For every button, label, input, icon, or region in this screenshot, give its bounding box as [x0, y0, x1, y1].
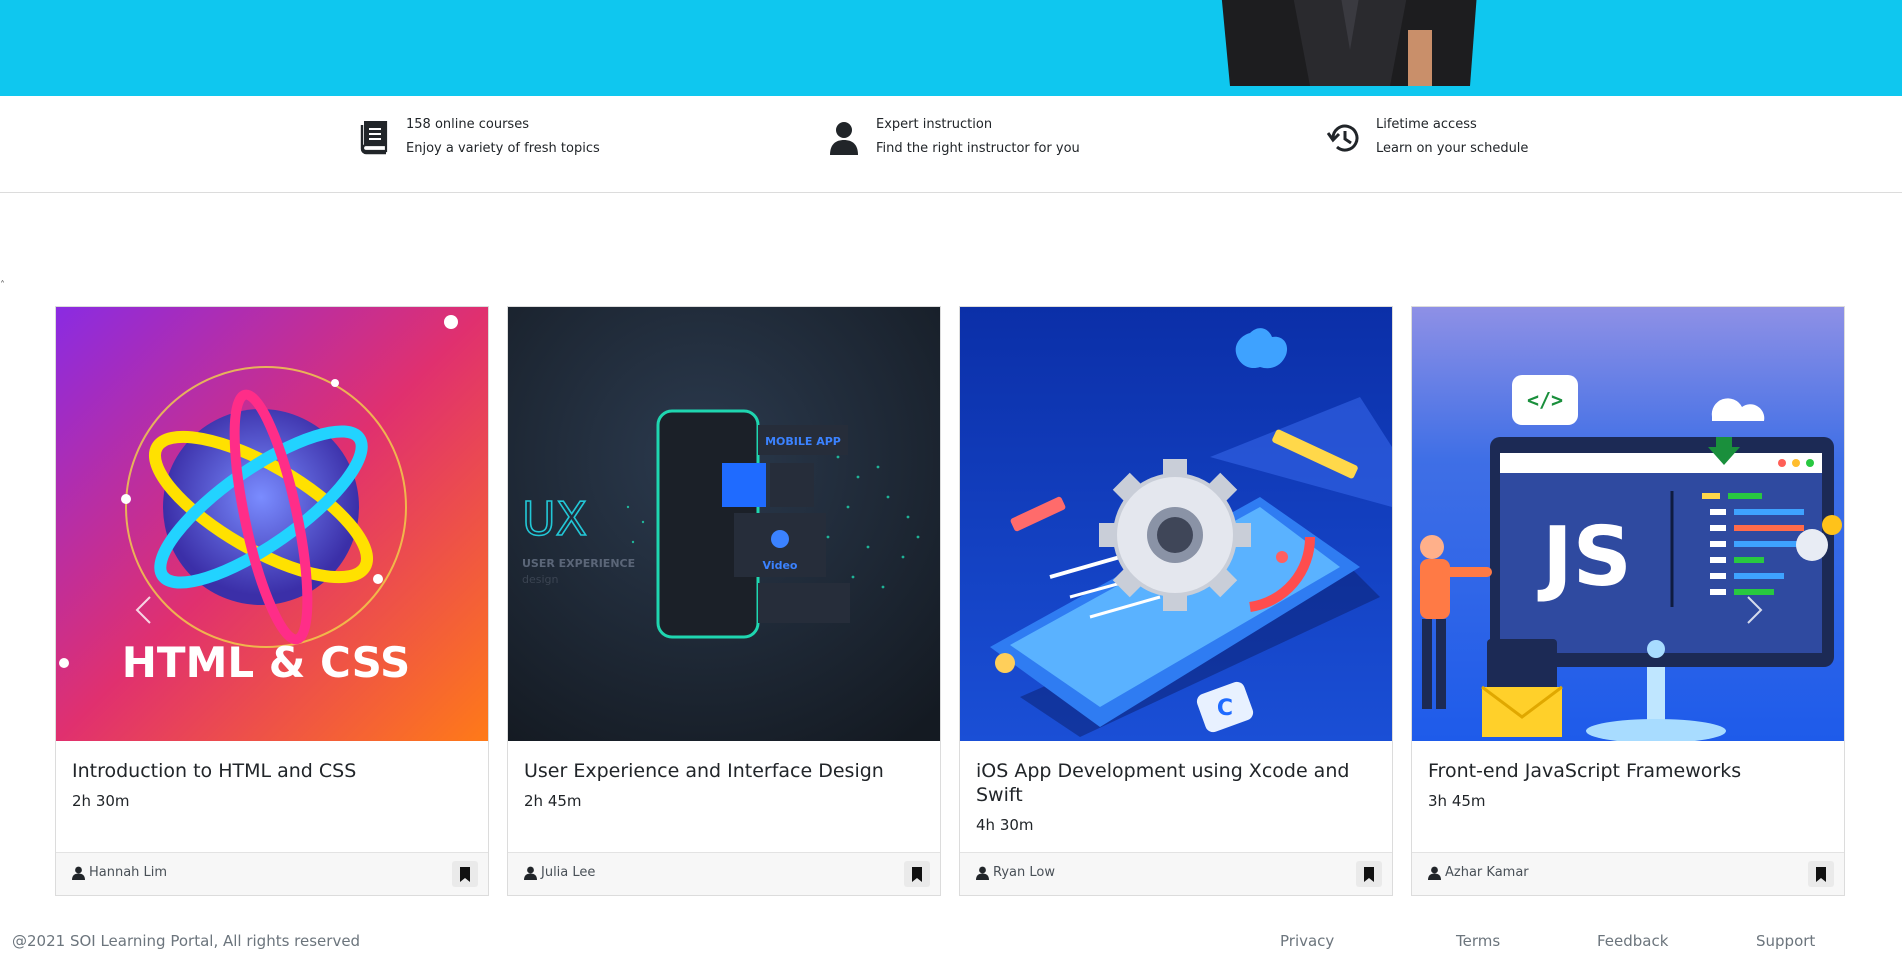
carousel-next-button[interactable] [1740, 590, 1770, 630]
course-card[interactable]: JS </> Front-end JavaScript Frameworks 3… [1411, 306, 1845, 896]
author-name: Julia Lee [541, 865, 596, 880]
thumb-code-js: </> [1527, 388, 1563, 412]
bookmark-button[interactable] [452, 861, 478, 887]
carousel-prev-button[interactable] [128, 590, 158, 630]
user-icon [524, 866, 537, 880]
user-icon [72, 866, 85, 880]
svg-text:C: C [1217, 696, 1233, 721]
bookmark-button[interactable] [1808, 861, 1834, 887]
author-name: Ryan Low [993, 865, 1055, 880]
footer-link-privacy[interactable]: Privacy [1280, 932, 1334, 950]
bookmark-icon [460, 866, 470, 882]
history-icon [1326, 118, 1362, 158]
thumb-text-html-css: HTML & CSS [122, 638, 410, 687]
feature-courses: 158 online courses Enjoy a variety of fr… [356, 116, 600, 158]
thumb-sub-ux: USER EXPERIENCE [522, 557, 635, 570]
person-icon [826, 118, 862, 158]
site-footer: @2021 SOI Learning Portal, All rights re… [0, 920, 1902, 960]
user-icon [1428, 866, 1441, 880]
course-thumbnail-js[interactable]: JS </> [1412, 307, 1844, 741]
feature-instruction-subtitle: Find the right instructor for you [876, 141, 1080, 156]
footer-link-feedback[interactable]: Feedback [1597, 932, 1668, 950]
card-footer: Azhar Kamar [1412, 852, 1844, 895]
bookmark-button[interactable] [1356, 861, 1382, 887]
thumb-text-ux: UX [522, 492, 587, 546]
feature-courses-title: 158 online courses [406, 117, 529, 132]
card-footer: Hannah Lim [56, 852, 488, 895]
feature-access-title: Lifetime access [1376, 117, 1477, 132]
course-card[interactable]: C iOS App Development using Xcode and Sw… [959, 306, 1393, 896]
footer-link-terms[interactable]: Terms [1456, 932, 1500, 950]
copyright-text: @2021 SOI Learning Portal, All rights re… [12, 932, 361, 950]
course-thumbnail-ux[interactable]: MOBILE APP Video UX USER EXPERIENCE desi… [508, 307, 940, 741]
feature-instruction-title: Expert instruction [876, 117, 993, 132]
feature-access: Lifetime access Learn on your schedule [1326, 116, 1528, 158]
feature-courses-subtitle: Enjoy a variety of fresh topics [406, 141, 600, 156]
course-title[interactable]: iOS App Development using Xcode and Swif… [976, 759, 1376, 807]
author-name: Azhar Kamar [1445, 865, 1529, 880]
instructor-photo [1220, 0, 1480, 96]
bookmark-button[interactable] [904, 861, 930, 887]
thumb-sub2-ux: design [522, 573, 559, 586]
feature-access-subtitle: Learn on your schedule [1376, 141, 1529, 156]
hero-banner [0, 0, 1902, 96]
course-author: Ryan Low [976, 865, 1055, 880]
feature-strip: 158 online courses Enjoy a variety of fr… [0, 96, 1902, 193]
course-title[interactable]: User Experience and Interface Design [524, 759, 924, 783]
card-footer: Ryan Low [960, 852, 1392, 895]
course-author: Azhar Kamar [1428, 865, 1529, 880]
course-thumbnail-ios[interactable]: C [960, 307, 1392, 741]
book-icon [356, 118, 392, 158]
author-name: Hannah Lim [89, 865, 168, 880]
course-thumbnail-html-css[interactable]: HTML & CSS [56, 307, 488, 741]
chevron-right-icon [1747, 596, 1763, 624]
course-card[interactable]: MOBILE APP Video UX USER EXPERIENCE desi… [507, 306, 941, 896]
thumb-text-js: JS [1537, 510, 1632, 605]
bookmark-icon [912, 866, 922, 882]
chevron-left-icon [135, 596, 151, 624]
caret-icon: ˄ [0, 280, 5, 291]
course-title[interactable]: Front-end JavaScript Frameworks [1428, 759, 1828, 783]
bookmark-icon [1816, 866, 1826, 882]
feature-instruction: Expert instruction Find the right instru… [826, 116, 1080, 158]
card-footer: Julia Lee [508, 852, 940, 895]
course-duration: 2h 45m [524, 792, 582, 810]
course-duration: 4h 30m [976, 816, 1034, 834]
course-card[interactable]: HTML & CSS Introduction to HTML and CSS … [55, 306, 489, 896]
bookmark-icon [1364, 866, 1374, 882]
thumb-video-label: Video [763, 559, 798, 572]
course-duration: 2h 30m [72, 792, 130, 810]
course-author: Julia Lee [524, 865, 595, 880]
course-title[interactable]: Introduction to HTML and CSS [72, 759, 472, 783]
course-author: Hannah Lim [72, 865, 167, 880]
thumb-badge-mobile-app: MOBILE APP [765, 435, 841, 448]
user-icon [976, 866, 989, 880]
course-duration: 3h 45m [1428, 792, 1486, 810]
footer-link-support[interactable]: Support [1756, 932, 1815, 950]
